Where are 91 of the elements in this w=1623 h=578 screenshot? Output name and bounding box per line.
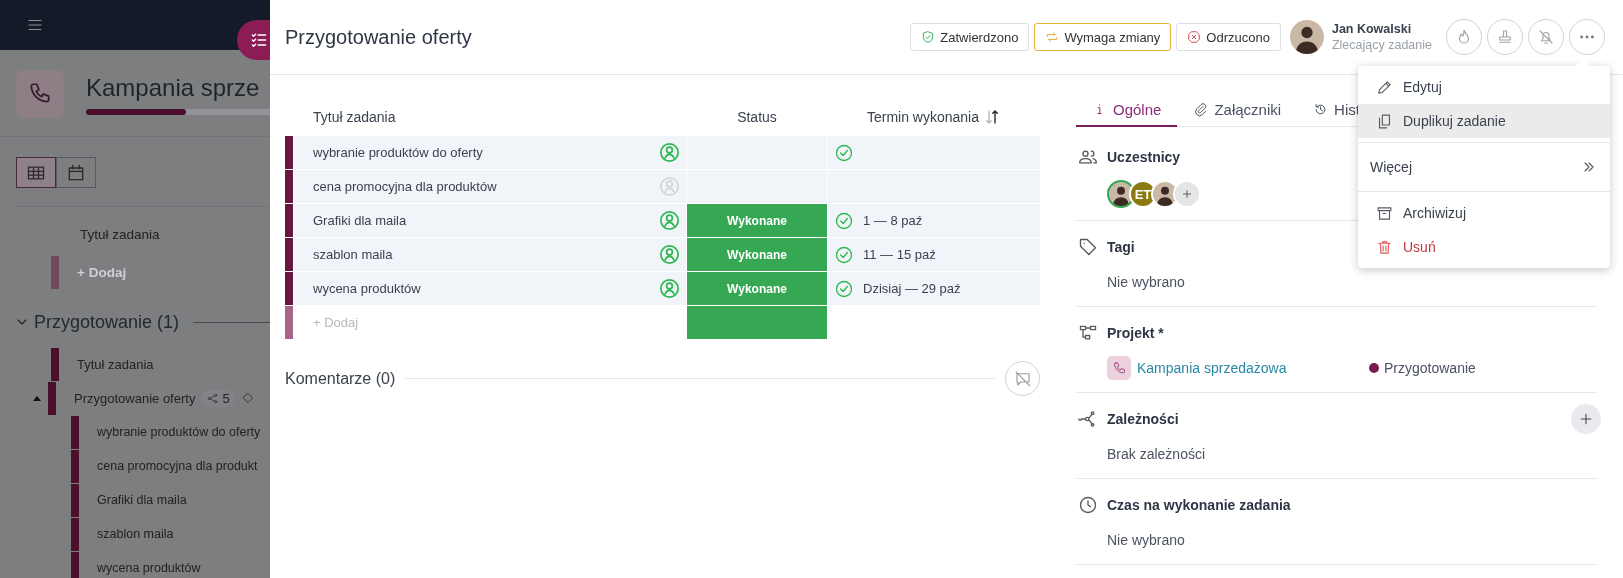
stage-label: Przygotowanie [1384,360,1476,376]
assignee-icon[interactable] [658,141,681,164]
project-title: Kampania sprze [86,73,261,103]
requester-role: Zlecający zadanie [1331,38,1432,52]
section-value: Nie wybrano [1107,274,1185,290]
table-cell: wybranie produktów do oferty [313,145,483,160]
menu-item[interactable]: Archiwizuj [1358,196,1610,230]
due-date: Dzisiaj — 29 paź [863,281,961,296]
column-header: Tytuł zadania [79,226,161,244]
review-button[interactable]: Odrzucono [1176,23,1281,51]
table-cell: wycena produktów [313,281,421,296]
due-date: 11 — 15 paź [863,247,936,262]
review-button[interactable]: Zatwierdzono [910,23,1030,51]
comments-toggle-button[interactable] [1005,361,1040,396]
assignee-icon[interactable] [658,277,681,300]
task-title: Przygotowanie oferty [285,25,473,49]
assignee-icon[interactable] [658,209,681,232]
status-cell[interactable]: Wykonane [687,272,827,305]
table-cell: cena promocyjna dla produktów [313,179,497,194]
more-icon [1580,35,1594,39]
more-button[interactable] [1569,19,1605,55]
section-label: Czas na wykonanie zadania [1107,497,1291,513]
project-link[interactable]: Kampania sprzedażowa [1137,360,1287,376]
status-cell[interactable]: Wykonane [687,204,827,237]
column-header: Tytuł zadania [77,356,154,372]
mute-button[interactable] [1528,19,1564,55]
subtasks-icon [206,391,220,405]
menu-item[interactable]: Więcej [1358,147,1610,187]
color-bar [51,255,59,289]
section-label: Projekt * [1107,325,1164,341]
assignee-icon[interactable] [658,243,681,266]
shield-check-icon [921,30,936,44]
archive-icon [1376,204,1393,222]
table-cell: szablon maila [313,247,393,262]
plus-icon [1181,188,1193,200]
trash-icon [1376,238,1393,256]
count-label: 5 [222,390,230,406]
checklist-icon [249,30,269,50]
priority-button[interactable] [1446,19,1482,55]
menu-label: Edytuj [1403,79,1442,95]
subtask-title[interactable]: cena promocyjna dla produkt [97,459,258,473]
review-button[interactable]: Wymaga zmiany [1034,23,1172,51]
menu-item[interactable]: Duplikuj zadanie [1358,104,1610,138]
stamp-button[interactable] [1487,19,1523,55]
menu-label: Usuń [1403,239,1436,255]
group-title: Przygotowanie (1) [34,311,180,333]
subtask-title[interactable]: szablon maila [97,527,174,541]
caret-icon[interactable] [33,395,41,401]
bell-off-icon [1537,28,1555,46]
column-header: Termin wykonania [866,109,980,125]
copy-icon [1376,112,1393,130]
section-label: Tagi [1107,239,1135,255]
section-label: Zależności [1107,411,1179,427]
section-value: Nie wybrano [1107,532,1185,548]
clock-icon [1078,495,1098,515]
status-cell[interactable]: Wykonane [687,238,827,271]
tab[interactable]: Ogólne [1076,93,1178,127]
x-octagon-icon [1187,30,1202,44]
status-cell[interactable] [687,306,827,339]
tag-icon [1078,237,1098,257]
comment-off-icon [1013,369,1032,388]
calendar-icon [66,162,86,183]
pencil-icon [1376,78,1393,96]
task-title[interactable]: Przygotowanie oferty [74,390,196,406]
tab[interactable]: Załączniki [1177,93,1298,127]
assignee-icon[interactable] [658,175,681,198]
menu-item[interactable]: Usuń [1358,230,1610,264]
paperclip-icon [1193,101,1209,117]
subtask-title[interactable]: wycena produktów [97,561,201,575]
stamp-icon [1496,28,1514,46]
repeat-icon [1045,30,1060,44]
section-value: Brak zależności [1107,446,1206,462]
hierarchy-icon [1078,323,1098,343]
subtask-title[interactable]: wybranie produktów do oferty [97,425,261,439]
user-avatar [1289,20,1324,54]
section-label: Uczestnicy [1107,149,1181,165]
menu-label: Duplikuj zadanie [1403,113,1506,129]
add-button[interactable] [1571,404,1601,434]
column-header: Tytuł zadania [312,108,397,127]
table-view-button[interactable] [16,157,56,188]
plus-icon [1578,411,1594,427]
comments-heading: Komentarze (0) [285,369,396,388]
diamond-icon [240,391,255,405]
subtask-title[interactable]: Grafiki dla maila [97,493,187,507]
due-date: 1 — 8 paź [863,213,923,228]
column-header: Status [736,108,778,127]
requester-name: Jan Kowalski [1331,22,1413,36]
menu-label: Archiwizuj [1403,205,1466,221]
add-task-link[interactable]: + Dodaj [77,264,127,280]
calendar-view-button[interactable] [56,157,96,188]
table-cell: Grafiki dla maila [313,213,407,228]
